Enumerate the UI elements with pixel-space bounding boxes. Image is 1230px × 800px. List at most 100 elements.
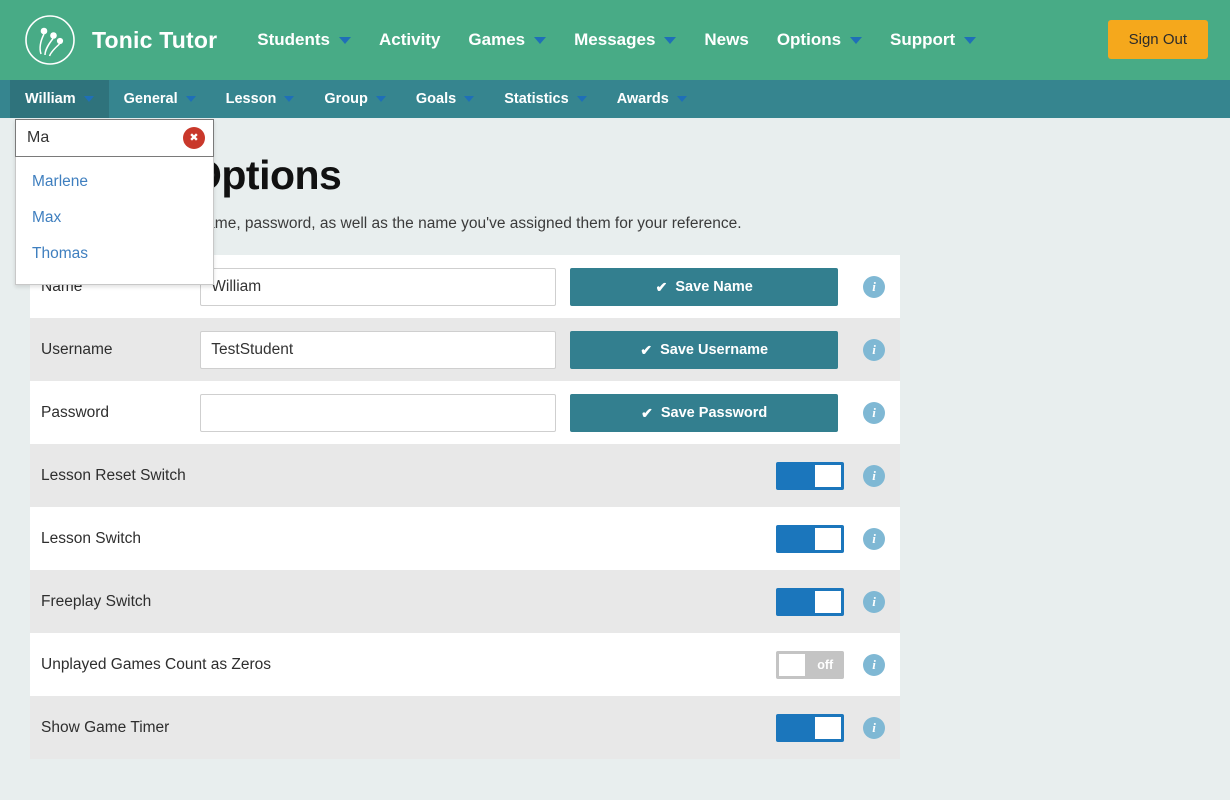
row-info-password: i	[848, 381, 900, 444]
subnav-item-awards[interactable]: Awards	[602, 80, 702, 118]
row-label-lesson-switch: Lesson Switch	[41, 529, 141, 547]
nav-item-support[interactable]: Support	[876, 22, 990, 58]
row-info-unplayed-games-count-as-zeros: i	[848, 633, 900, 696]
nav-label: Students	[257, 30, 330, 49]
name-input[interactable]	[200, 267, 557, 306]
nav-label: Options	[776, 30, 842, 49]
subnav-item-goals[interactable]: Goals	[401, 80, 489, 118]
table-row: Username ✔ Save Username i	[30, 318, 900, 381]
row-toggle-freeplay-switch	[569, 570, 848, 633]
nav-item-games[interactable]: Games	[454, 22, 560, 58]
subnav-item-lesson[interactable]: Lesson	[211, 80, 310, 118]
row-action-username: ✔ Save Username	[569, 318, 848, 381]
toggle-knob	[815, 716, 842, 739]
check-icon: ✔	[641, 404, 653, 421]
chevron-down-icon	[534, 36, 547, 44]
table-row: Password ✔ Save Password i	[30, 381, 900, 444]
row-action-name: ✔ Save Name	[569, 255, 848, 318]
row-info-lesson-switch: i	[848, 507, 900, 570]
info-icon[interactable]: i	[863, 527, 886, 550]
lesson-reset-switch-toggle[interactable]	[776, 461, 845, 490]
lesson-switch-toggle[interactable]	[776, 524, 845, 553]
tonic-tutor-logo-icon[interactable]	[24, 14, 76, 66]
nav-label: Activity	[379, 30, 441, 49]
table-row: Freeplay Switch i	[30, 570, 900, 633]
chevron-down-icon	[676, 96, 687, 102]
list-item[interactable]: Max	[16, 200, 213, 236]
check-icon: ✔	[655, 278, 668, 295]
subnav-item-statistics[interactable]: Statistics	[489, 80, 601, 118]
top-header: Tonic Tutor Students Activity Games Mess…	[0, 0, 1230, 80]
unplayed-games-count-as-zeros-toggle[interactable]: off	[776, 650, 845, 679]
chevron-down-icon	[339, 36, 351, 44]
info-icon[interactable]: i	[863, 716, 886, 739]
info-icon[interactable]: i	[863, 338, 886, 361]
username-input[interactable]	[200, 330, 557, 369]
row-toggle-lesson-reset-switch	[569, 444, 848, 507]
row-info-show-game-timer: i	[848, 696, 900, 759]
save-name-button[interactable]: ✔ Save Name	[570, 267, 839, 306]
subnav-item-group[interactable]: Group	[309, 80, 401, 118]
chevron-down-icon	[185, 96, 196, 102]
row-label-password: Password	[41, 403, 110, 421]
student-search-dropdown: ✖ Marlene Max Thomas	[15, 119, 214, 285]
row-label-show-game-timer: Show Game Timer	[41, 718, 170, 736]
chevron-down-icon	[964, 36, 977, 44]
chevron-down-icon	[850, 36, 863, 44]
nav-item-messages[interactable]: Messages	[560, 22, 690, 58]
table-row: Lesson Switch i	[30, 507, 900, 570]
toggle-knob	[815, 464, 842, 487]
subnav-label: Lesson	[225, 91, 277, 107]
student-results-list: Marlene Max Thomas	[16, 156, 213, 284]
primary-nav: Students Activity Games Messages News Op…	[243, 22, 990, 58]
info-icon[interactable]: i	[863, 401, 886, 424]
nav-label: News	[704, 30, 749, 49]
subnav-item-general[interactable]: General	[109, 80, 211, 118]
nav-item-options[interactable]: Options	[763, 22, 876, 58]
save-name-label: Save Name	[675, 278, 753, 295]
chevron-down-icon	[375, 96, 386, 102]
freeplay-switch-toggle[interactable]	[776, 587, 845, 616]
save-password-button[interactable]: ✔ Save Password	[570, 393, 839, 432]
subnav-label: Statistics	[504, 91, 569, 107]
subnav-label: Goals	[415, 91, 457, 107]
nav-label: Support	[890, 30, 956, 49]
toggle-knob	[779, 653, 806, 676]
save-password-label: Save Password	[660, 404, 768, 421]
sign-out-button[interactable]: Sign Out	[1107, 20, 1208, 59]
chevron-down-icon	[664, 36, 677, 44]
chevron-down-icon	[83, 96, 94, 102]
info-icon[interactable]: i	[863, 464, 886, 487]
nav-item-activity[interactable]: Activity	[365, 22, 454, 58]
row-info-lesson-reset-switch: i	[848, 444, 900, 507]
chevron-down-icon	[464, 96, 475, 102]
subnav-item-william[interactable]: William	[10, 80, 109, 118]
table-row: Show Game Timer i	[30, 696, 900, 759]
clear-search-icon[interactable]: ✖	[183, 127, 205, 149]
row-field-password	[199, 381, 569, 444]
row-field-username	[199, 318, 569, 381]
subnav-label: General	[123, 91, 178, 107]
subnav-label: Awards	[616, 91, 669, 107]
info-icon[interactable]: i	[863, 653, 886, 676]
row-info-name: i	[848, 255, 900, 318]
show-game-timer-toggle[interactable]	[776, 713, 845, 742]
list-item[interactable]: Marlene	[16, 164, 213, 200]
row-label-unplayed-games-count-as-zeros: Unplayed Games Count as Zeros	[41, 655, 272, 673]
row-action-password: ✔ Save Password	[569, 381, 848, 444]
info-icon[interactable]: i	[863, 275, 886, 298]
row-toggle-show-game-timer	[569, 696, 848, 759]
info-icon[interactable]: i	[863, 590, 886, 613]
password-input[interactable]	[200, 393, 557, 432]
nav-item-students[interactable]: Students	[243, 22, 365, 58]
brand-title[interactable]: Tonic Tutor	[92, 27, 217, 54]
save-username-button[interactable]: ✔ Save Username	[570, 330, 839, 369]
row-field-name	[199, 255, 569, 318]
row-label-freeplay-switch: Freeplay Switch	[41, 592, 152, 610]
chevron-down-icon	[576, 96, 587, 102]
subnav-label: William	[25, 91, 76, 107]
list-item[interactable]: Thomas	[16, 236, 213, 272]
nav-item-news[interactable]: News	[690, 22, 762, 58]
subnav-label: Group	[324, 91, 368, 107]
toggle-knob	[815, 527, 842, 550]
